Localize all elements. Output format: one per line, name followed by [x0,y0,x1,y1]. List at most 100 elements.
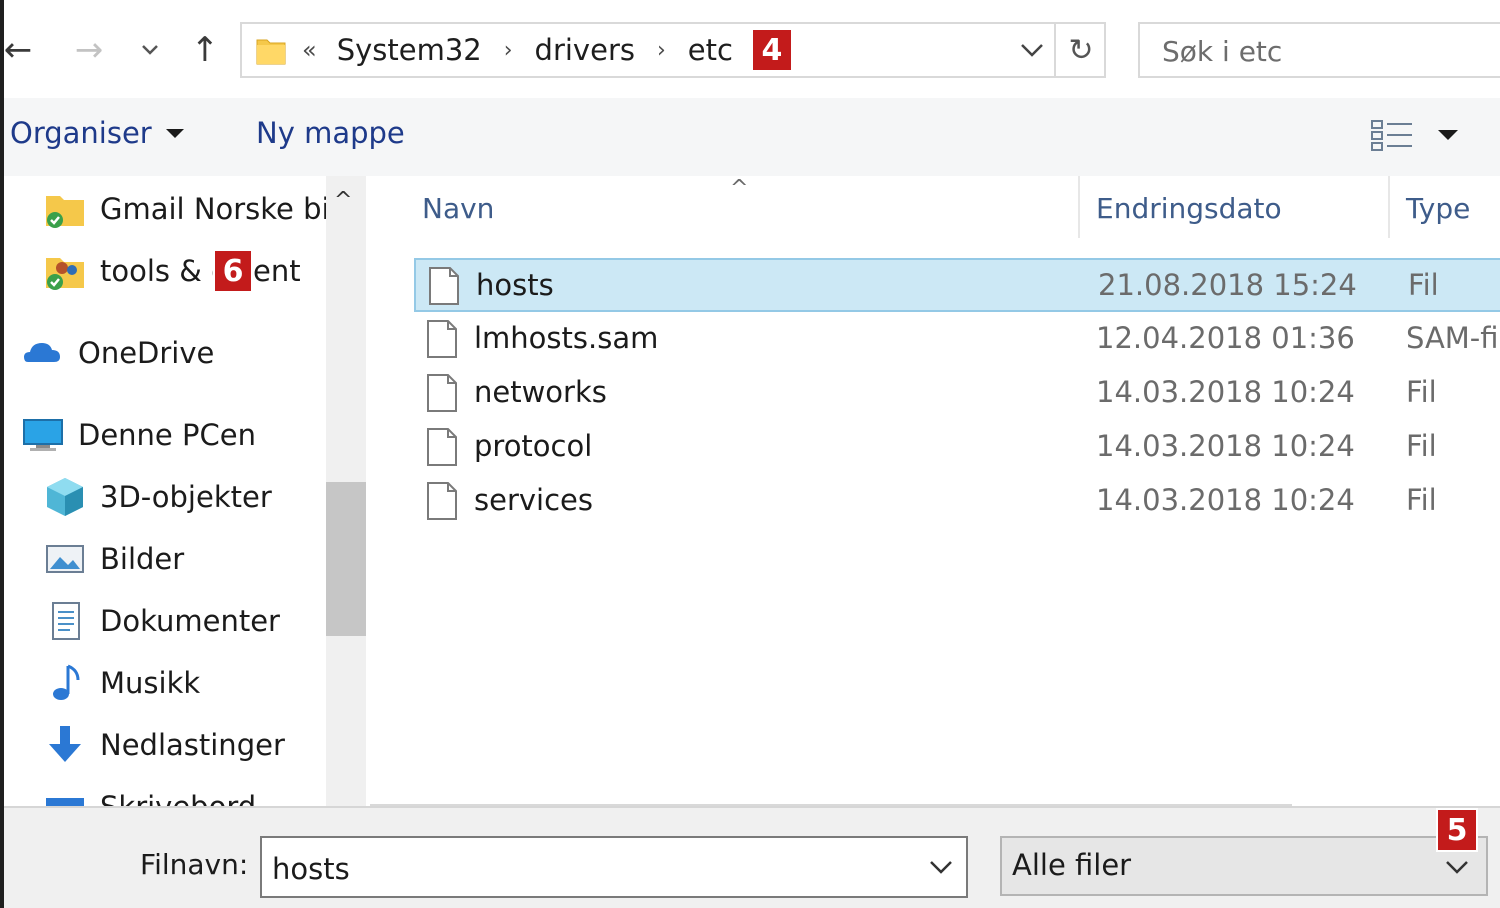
address-bar[interactable]: « System32 › drivers › etc 4 ↻ [240,22,1106,78]
file-date: 14.03.2018 10:24 [1096,375,1355,409]
column-header-type[interactable]: Type [1406,192,1470,225]
breadcrumb-etc[interactable]: etc [688,33,733,67]
sidebar-item-tools[interactable]: tools & c 6 ent [44,244,301,298]
filename-label: Filnavn: [140,848,249,881]
sidebar-item-this-pc[interactable]: Denne PCen [22,408,256,462]
onedrive-cloud-icon [24,343,60,362]
sidebar-item-onedrive[interactable]: OneDrive [22,326,214,380]
column-divider[interactable] [1388,176,1390,238]
view-details-icon[interactable] [1370,118,1414,152]
3d-objects-icon [47,478,83,516]
breadcrumb-system32[interactable]: System32 [337,33,482,67]
file-date: 14.03.2018 10:24 [1096,483,1355,517]
sidebar-item-label: Gmail Norske bil [100,192,338,226]
column-divider[interactable] [1078,176,1080,238]
sort-ascending-icon: ^ [730,176,749,201]
chevron-down-icon[interactable] [1442,852,1472,882]
sidebar-item-label: Skrivebord [100,790,256,806]
annotation-badge-6: 6 [213,249,254,293]
search-input[interactable] [1160,32,1484,70]
file-date: 14.03.2018 10:24 [1096,429,1355,463]
filename-combobox[interactable] [260,836,968,898]
sidebar-item-music[interactable]: Musikk [44,656,200,710]
sidebar-scrollbar[interactable]: ^ [326,176,366,806]
file-row-lmhosts[interactable]: lmhosts.sam 12.04.2018 01:36 SAM-fi [414,313,1500,367]
file-type: Fil [1408,268,1439,302]
search-box[interactable] [1138,22,1500,78]
sidebar-item-label: tools & c [100,254,228,288]
file-name: lmhosts.sam [474,321,659,355]
view-options-caret-icon[interactable] [1438,130,1458,140]
pictures-icon [46,545,84,573]
file-name: hosts [476,268,554,302]
file-icon [427,374,457,412]
sidebar-item-label: Dokumenter [100,604,280,638]
refresh-icon[interactable]: ↻ [1054,24,1106,76]
sidebar-item-pictures[interactable]: Bilder [44,532,184,586]
file-name: services [474,483,593,517]
navigation-pane: Gmail Norske bil tools & c 6 ent OneDriv… [4,176,366,806]
file-row-hosts[interactable]: hosts 21.08.2018 15:24 Fil [414,258,1500,312]
scroll-up-icon[interactable]: ^ [334,188,352,213]
file-icon [427,482,457,520]
folder-icon [256,39,286,65]
desktop-icon [46,798,84,806]
file-list: ^ Navn Endringsdato Type hosts 21.08.201… [370,176,1500,806]
sidebar-item-label: Musikk [100,666,201,700]
organize-label: Organiser [10,116,152,150]
sidebar-item-label: Nedlastinger [100,728,285,762]
chevron-down-icon[interactable] [926,852,956,882]
breadcrumb-overflow[interactable]: « [302,36,317,64]
filetype-value: Alle filer [1012,848,1132,882]
sidebar-item-label: Bilder [100,542,185,576]
shared-users-folder-icon [46,258,84,290]
file-row-services[interactable]: services 14.03.2018 10:24 Fil [414,475,1500,529]
shared-folder-icon [46,196,84,228]
arrow-up-icon[interactable]: ↑ [182,22,228,78]
filename-input[interactable] [270,848,914,890]
filename-bar: Filnavn: Alle filer 5 [4,806,1500,908]
downloads-icon [49,726,81,762]
address-row: ← → ↑ « System32 › drivers › etc 4 ↻ [4,0,1500,98]
file-icon [427,320,457,358]
breadcrumb-drivers[interactable]: drivers [535,33,635,67]
column-header-name[interactable]: Navn [422,192,494,225]
annotation-badge-4: 4 [750,28,793,72]
organize-button[interactable]: Organiser [10,116,184,150]
sidebar-item-label: 3D-objekter [100,480,272,514]
sidebar-item-downloads[interactable]: Nedlastinger [44,718,285,772]
filetype-select[interactable]: Alle filer [1000,836,1488,896]
file-name: protocol [474,429,593,463]
new-folder-label: Ny mappe [256,116,405,150]
file-icon [429,267,459,305]
file-type: Fil [1406,429,1437,463]
sidebar-item-desktop[interactable]: Skrivebord [44,780,256,806]
command-bar: Organiser Ny mappe [4,98,1500,176]
breadcrumb-separator[interactable]: › [657,38,666,63]
arrow-right-icon[interactable]: → [66,22,112,78]
file-name: networks [474,375,607,409]
sidebar-item-documents[interactable]: Dokumenter [44,594,280,648]
computer-icon [23,419,63,451]
scrollbar-thumb[interactable] [326,482,366,636]
documents-icon [52,602,80,640]
arrow-left-icon[interactable]: ← [0,22,38,78]
column-header-date[interactable]: Endringsdato [1096,192,1282,225]
sidebar-item-label: Denne PCen [78,418,256,452]
new-folder-button[interactable]: Ny mappe [256,116,405,150]
sidebar-item-3d-objects[interactable]: 3D-objekter [44,470,272,524]
annotation-badge-5: 5 [1436,808,1478,852]
file-icon [427,428,457,466]
file-type: Fil [1406,483,1437,517]
file-row-protocol[interactable]: protocol 14.03.2018 10:24 Fil [414,421,1500,475]
sidebar-item-label: OneDrive [78,336,215,370]
file-date: 21.08.2018 15:24 [1098,268,1357,302]
music-icon [53,664,80,700]
file-row-networks[interactable]: networks 14.03.2018 10:24 Fil [414,367,1500,421]
chevron-down-icon[interactable] [132,22,168,78]
breadcrumb-separator[interactable]: › [504,38,513,63]
breadcrumb: « System32 › drivers › etc 4 [302,24,793,76]
address-history-chevron-icon[interactable] [1012,24,1052,76]
sidebar-item-gmail[interactable]: Gmail Norske bil [44,182,338,236]
caret-down-icon [165,128,184,138]
